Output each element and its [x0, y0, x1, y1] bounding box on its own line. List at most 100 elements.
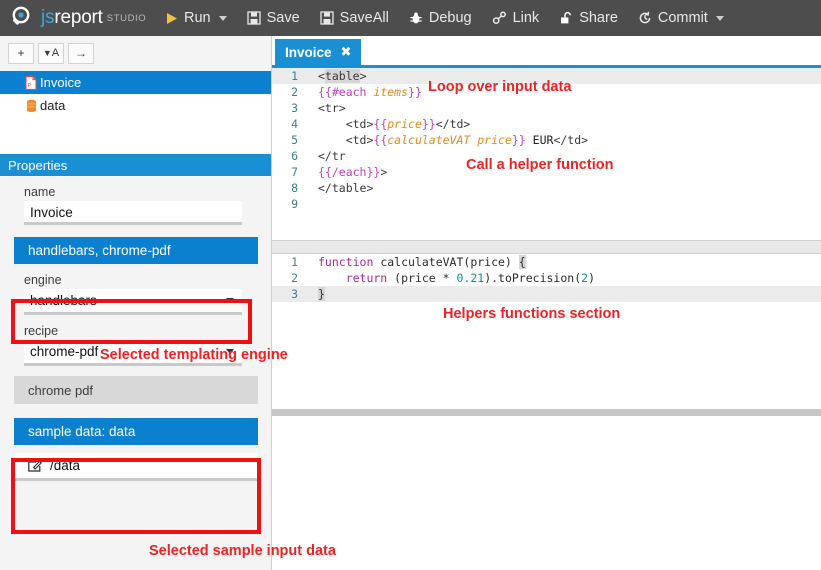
code-token: return [318, 271, 395, 285]
annotation-box-engine [11, 299, 252, 344]
engine-recipe-section-label: handlebars, chrome-pdf [28, 243, 171, 258]
line-number: 3 [291, 101, 298, 115]
properties-header: Properties [0, 154, 271, 176]
code-token: ).toPrecision( [484, 271, 582, 285]
floppy-icon [246, 11, 261, 25]
add-button[interactable]: + [8, 42, 34, 64]
arrow-button[interactable]: → [68, 42, 94, 64]
code-line: 4 <td>{{price}}</td> [272, 116, 821, 132]
annotation-helpers-section: Helpers functions section [443, 306, 621, 322]
tree-item-invoice[interactable]: P Invoice [0, 71, 271, 94]
code-text: <td>{{calculateVAT price}} EUR</td> [308, 132, 588, 148]
annotation-loop: Loop over input data [428, 79, 572, 95]
code-text: <td>{{price}}</td> [308, 116, 471, 132]
sort-button[interactable]: ▼ A [38, 42, 64, 64]
play-icon [165, 12, 178, 25]
code-token: <td> [318, 117, 374, 131]
code-text: <tr> [308, 100, 346, 116]
top-toolbar: jsreport STUDIO Run Save SaveAll Debug L… [0, 0, 821, 36]
database-icon [22, 99, 40, 113]
unlock-icon [559, 11, 573, 25]
line-number: 5 [291, 133, 298, 147]
code-token: {{#each [318, 85, 374, 99]
chevron-down-icon[interactable] [715, 15, 724, 21]
code-token: calculateVAT(price) [380, 255, 519, 269]
code-token: }} [511, 133, 526, 147]
annotation-sample-data: Selected sample input data [149, 543, 336, 559]
share-button[interactable]: Share [559, 10, 618, 26]
logo-js: js [41, 7, 55, 28]
run-label: Run [184, 10, 211, 26]
code-token: (price * [394, 271, 457, 285]
jsreport-studio-window: jsreport STUDIO Run Save SaveAll Debug L… [0, 0, 821, 570]
code-token: items [373, 85, 409, 99]
properties-title: Properties [8, 157, 68, 173]
annotation-box-sample-data [11, 458, 261, 534]
name-field[interactable]: Invoice [24, 201, 242, 225]
line-number: 1 [272, 68, 308, 84]
code-line: 5 <td>{{calculateVAT price}} EUR</td> [272, 132, 821, 148]
code-text: function calculateVAT(price) { [308, 254, 526, 270]
close-icon[interactable]: ✖ [341, 44, 352, 60]
bottom-scrollbar[interactable] [272, 409, 821, 416]
code-token: < [318, 69, 325, 83]
tree-item-label: Invoice [40, 75, 82, 90]
code-token: <tr> [318, 101, 346, 115]
save-button[interactable]: Save [246, 10, 300, 26]
run-button[interactable]: Run [165, 10, 227, 26]
app-logo[interactable]: jsreport STUDIO [0, 6, 165, 30]
save-label: Save [266, 10, 300, 26]
sample-data-section-label: sample data: data [28, 424, 136, 439]
chevron-down-icon[interactable] [218, 15, 227, 21]
logo-report: report [54, 7, 103, 28]
code-token: > [359, 69, 367, 83]
code-line: 8 </table> [272, 180, 821, 196]
code-token: price [387, 117, 422, 131]
jsreport-logo-icon [10, 6, 36, 30]
bug-icon [409, 11, 423, 25]
code-line: 9 [272, 196, 821, 212]
code-text: <table> [308, 68, 367, 84]
code-line: 1 function calculateVAT(price) { [272, 254, 821, 270]
engine-recipe-section-header[interactable]: handlebars, chrome-pdf [14, 237, 258, 264]
line-number: 3 [272, 286, 308, 302]
debug-button[interactable]: Debug [409, 10, 472, 26]
line-number: 8 [291, 181, 298, 195]
tree-item-data[interactable]: data [0, 94, 271, 117]
code-token: }} [421, 117, 436, 131]
helpers-code-editor[interactable]: 1 function calculateVAT(price) {2 return … [272, 254, 821, 409]
sample-data-section-header[interactable]: sample data: data [14, 418, 258, 445]
code-text: {{/each}}> [308, 164, 387, 180]
tab-bar: Invoice ✖ [272, 36, 821, 68]
tree-item-label: data [40, 98, 66, 113]
code-token: EUR [525, 133, 554, 147]
code-token: </td> [435, 117, 471, 131]
code-token: </tr [318, 149, 346, 163]
commit-label: Commit [657, 10, 708, 26]
tab-invoice[interactable]: Invoice ✖ [275, 39, 362, 65]
entity-tree: P Invoice data [0, 71, 271, 159]
commit-button[interactable]: Commit [638, 10, 724, 26]
code-text: return (price * 0.21).toPrecision(2) [308, 270, 595, 286]
saveall-button[interactable]: SaveAll [320, 10, 389, 26]
code-token: { [518, 255, 526, 269]
logo-studio: STUDIO [106, 12, 147, 24]
code-line: 3 <tr> [272, 100, 821, 116]
pdf-file-icon: P [22, 75, 40, 90]
code-text: </table> [308, 180, 373, 196]
code-token: </td> [553, 133, 589, 147]
link-button[interactable]: Link [492, 10, 539, 26]
code-token: } [318, 287, 325, 301]
annotation-helper-call: Call a helper function [466, 157, 614, 173]
history-icon [638, 11, 652, 25]
chrome-pdf-section-header[interactable]: chrome pdf [14, 376, 258, 404]
line-number: 9 [291, 197, 298, 211]
line-number: 7 [291, 165, 298, 179]
chrome-pdf-section-label: chrome pdf [28, 382, 94, 398]
recipe-value: chrome-pdf [30, 344, 99, 359]
logo-text: jsreport [41, 7, 103, 29]
tab-label: Invoice [285, 44, 332, 60]
editor-splitter[interactable] [272, 240, 821, 254]
code-token: ) [588, 271, 595, 285]
line-number: 2 [291, 85, 298, 99]
